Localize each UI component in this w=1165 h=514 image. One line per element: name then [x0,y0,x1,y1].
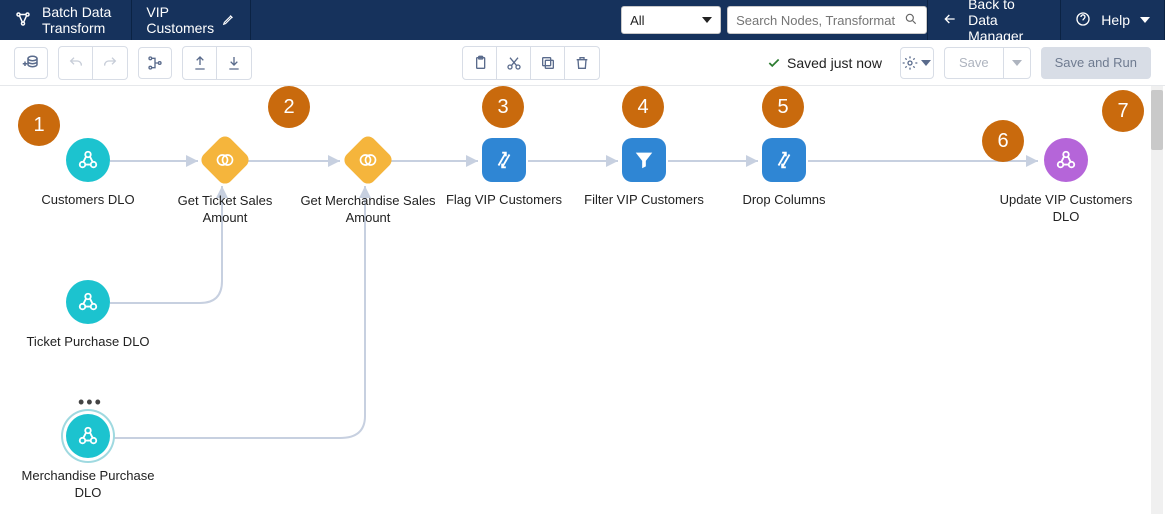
scrollbar-track[interactable] [1151,86,1163,514]
save-dropdown[interactable] [1003,47,1031,79]
back-link[interactable]: Back to Data Manager [928,0,1061,40]
save-combo: Save [944,47,1031,79]
node-label: Drop Columns [742,192,825,209]
top-navbar: Batch Data Transform VIP Customers All B… [0,0,1165,40]
add-data-button[interactable] [14,47,48,79]
save-status-text: Saved just now [787,55,882,71]
redo-button[interactable] [93,47,127,79]
app-title: Batch Data Transform [42,4,117,36]
paste-button[interactable] [463,47,497,79]
layout-button[interactable] [138,47,172,79]
transform-icon [14,10,32,31]
annotation-7: 7 [1102,90,1144,132]
io-group [182,46,252,80]
help-label: Help [1101,12,1130,28]
search-area: All [251,0,928,40]
node-customers-dlo[interactable]: Customers DLO [18,138,158,209]
undo-button[interactable] [59,47,93,79]
join-icon [198,133,252,187]
edit-icon[interactable] [222,12,236,29]
node-filter-vip[interactable]: Filter VIP Customers [574,138,714,209]
help-menu[interactable]: Help [1061,0,1165,40]
data-target-icon [1044,138,1088,182]
data-source-icon [66,280,110,324]
node-menu-icon[interactable]: ••• [78,392,103,413]
settings-button[interactable] [900,47,934,79]
filter-dropdown[interactable]: All [621,6,721,34]
clipboard-group [462,46,600,80]
download-button[interactable] [217,47,251,79]
flow-canvas[interactable]: 1 2 3 4 5 6 7 Customers DLO Get Ticket S… [0,86,1165,514]
join-icon [341,133,395,187]
save-button[interactable]: Save [944,47,1003,79]
app-title-segment: Batch Data Transform [0,0,132,40]
node-update-vip-dlo[interactable]: Update VIP Customers DLO [996,138,1136,226]
filter-selected: All [630,13,644,28]
node-ticket-purchase-dlo[interactable]: Ticket Purchase DLO [18,280,158,351]
filter-icon [622,138,666,182]
node-label: Flag VIP Customers [446,192,562,209]
annotation-3: 3 [482,86,524,128]
node-get-merch-sales[interactable]: Get Merchandise Sales Amount [298,141,438,227]
annotation-2: 2 [268,86,310,128]
node-label: Filter VIP Customers [584,192,704,209]
chevron-down-icon [1140,17,1150,23]
copy-button[interactable] [531,47,565,79]
node-merch-purchase-dlo[interactable]: Merchandise Purchase DLO [18,414,158,502]
node-label: Get Ticket Sales Amount [155,193,295,227]
chevron-down-icon [921,60,931,66]
annotation-5: 5 [762,86,804,128]
help-icon [1075,11,1091,30]
node-label: Merchandise Purchase DLO [18,468,158,502]
upload-button[interactable] [183,47,217,79]
node-label: Customers DLO [41,192,134,209]
search-input[interactable] [736,13,896,28]
transform-icon [482,138,526,182]
doc-title-segment[interactable]: VIP Customers [132,0,251,40]
chevron-down-icon [1012,60,1022,66]
search-box[interactable] [727,6,927,34]
toolbar: Saved just now Save Save and Run [0,40,1165,86]
chevron-down-icon [702,17,712,23]
data-source-icon [66,414,110,458]
cut-button[interactable] [497,47,531,79]
delete-button[interactable] [565,47,599,79]
save-and-run-button[interactable]: Save and Run [1041,47,1151,79]
annotation-4: 4 [622,86,664,128]
transform-icon [762,138,806,182]
save-status: Saved just now [767,55,882,71]
back-label: Back to Data Manager [968,0,1046,44]
doc-title: VIP Customers [146,4,214,36]
node-label: Update VIP Customers DLO [996,192,1136,226]
node-flag-vip[interactable]: Flag VIP Customers [434,138,574,209]
search-icon [904,12,918,29]
history-group [58,46,128,80]
node-label: Get Merchandise Sales Amount [298,193,438,227]
node-drop-columns[interactable]: Drop Columns [714,138,854,209]
node-label: Ticket Purchase DLO [26,334,149,351]
scrollbar-thumb[interactable] [1151,90,1163,150]
data-source-icon [66,138,110,182]
arrow-left-icon [942,11,958,30]
node-get-ticket-sales[interactable]: Get Ticket Sales Amount [155,141,295,227]
